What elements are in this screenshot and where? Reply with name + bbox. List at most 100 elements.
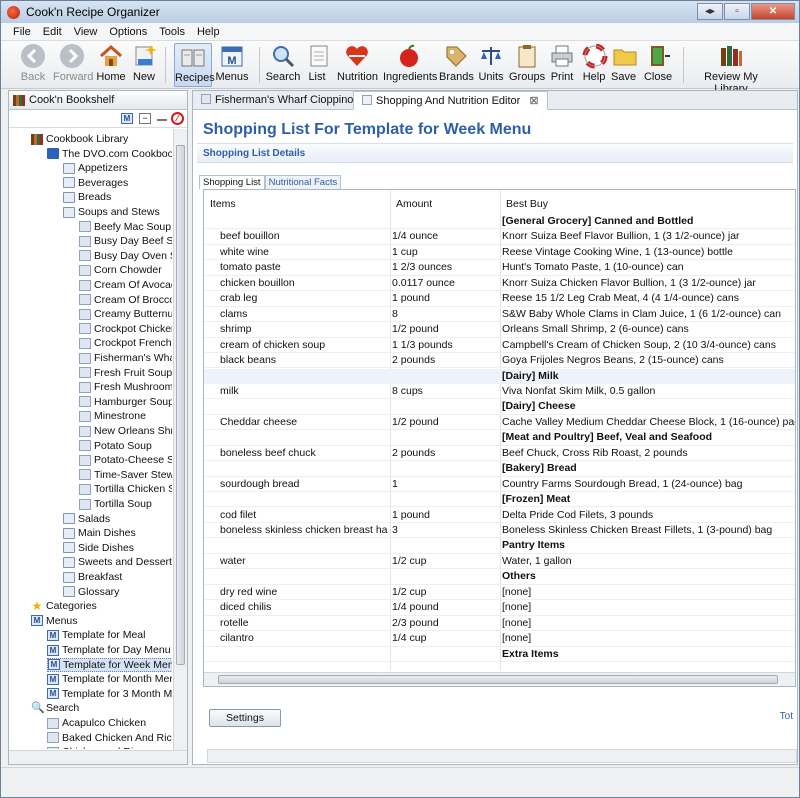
tree-item[interactable]: M Template for Week Menu <box>47 657 172 672</box>
menu-file[interactable]: File <box>7 26 37 38</box>
category-row[interactable]: [General Grocery] Canned and Bottled <box>204 214 795 230</box>
table-row[interactable]: chicken bouillon 0.0117 ounce Knorr Suiza … <box>204 276 795 292</box>
menu-tools[interactable]: Tools <box>153 26 191 38</box>
tree-scroll-thumb[interactable] <box>176 145 185 665</box>
collapse-icon[interactable]: − <box>139 113 151 124</box>
grid-scroll-thumb[interactable] <box>218 675 778 684</box>
tree-item[interactable]: Soups and Stews <box>63 205 160 219</box>
category-row[interactable]: Pantry Items <box>204 538 795 554</box>
toolbar-ingredients-button[interactable]: Ingredients <box>383 43 437 87</box>
tree-item[interactable]: Breads <box>63 190 111 204</box>
tab-fishermans-wharf[interactable]: Fisherman's Wharf Cioppino <box>193 91 363 110</box>
table-row[interactable]: Cheddar cheese 1/2 pound Cache Valley Medi… <box>204 415 795 431</box>
minimize-button[interactable]: ◂▸ <box>697 3 723 20</box>
tree-item[interactable]: Cream Of Broccoli <box>79 293 172 307</box>
tree-item[interactable]: Baked Chicken And Rice <box>47 731 172 745</box>
tree-item[interactable]: New Orleans Shrim <box>79 424 172 438</box>
close-tab-icon[interactable]: ⊠ <box>529 95 538 107</box>
tree-item[interactable]: Potato Soup <box>79 439 152 453</box>
column-header-amount[interactable]: Amount <box>396 198 432 210</box>
menu-help[interactable]: Help <box>191 26 226 38</box>
tree-item[interactable]: Breakfast <box>63 570 122 584</box>
toolbar-back-button[interactable]: Back <box>17 43 49 87</box>
toolbar-save-button[interactable]: Save <box>611 43 637 87</box>
table-row[interactable]: boneless beef chuck 2 pounds Beef Chuck, C… <box>204 446 795 462</box>
tree-item[interactable]: Cookbook Library <box>31 132 128 146</box>
tree-item[interactable]: Corn Chowder <box>79 263 162 277</box>
tree-vertical-scrollbar[interactable] <box>173 129 187 751</box>
tree-item[interactable]: Potato-Cheese Sou <box>79 453 172 467</box>
table-row[interactable]: cream of chicken soup 1 1/3 pounds Campbel… <box>204 338 795 353</box>
toolbar-brands-button[interactable]: Brands <box>439 43 474 87</box>
table-row[interactable]: black beans 2 pounds Goya Frijoles Negros … <box>204 353 795 369</box>
table-row[interactable]: tomato paste 1 2/3 ounces Hunt's Tomato Pa… <box>204 260 795 276</box>
tree-item[interactable]: Crockpot Chicken <box>79 322 172 336</box>
toolbar-groups-button[interactable]: Groups <box>509 43 545 87</box>
column-header-items[interactable]: Items <box>210 198 236 210</box>
restore-button[interactable]: ▫ <box>724 3 750 20</box>
table-row[interactable]: shrimp 1/2 pound Orleans Small Shrimp, 2 (… <box>204 322 795 338</box>
tree-item[interactable]: M Template for 3 Month Me <box>47 687 172 701</box>
editor-horizontal-scrollbar[interactable] <box>207 749 797 763</box>
tree-item[interactable]: Sweets and Desserts <box>63 555 172 569</box>
tree-item[interactable]: 🔍 Search <box>31 701 79 715</box>
tree-item[interactable]: M Menus <box>31 614 78 628</box>
tree-item[interactable]: Tortilla Soup <box>79 497 152 511</box>
menu-edit[interactable]: Edit <box>37 26 68 38</box>
tree-item[interactable]: M Template for Day Menu <box>47 643 171 657</box>
bookshelf-tab[interactable]: Cook'n Bookshelf <box>9 91 187 110</box>
table-row[interactable]: milk 8 cups Viva Nonfat Skim Milk, 0.5 gal… <box>204 384 795 400</box>
table-row[interactable]: crab leg 1 pound Reese 15 1/2 Leg Crab Mea… <box>204 291 795 307</box>
tree-item[interactable]: Glossary <box>63 585 119 599</box>
toolbar-help-button[interactable]: Help <box>581 43 608 87</box>
toolbar-menus-button[interactable]: M Menus <box>215 43 249 87</box>
category-row[interactable]: Extra Items <box>204 647 795 662</box>
toolbar-search-button[interactable]: Search <box>265 43 301 87</box>
toolbar-home-button[interactable]: Home <box>95 43 127 87</box>
menu-view[interactable]: View <box>68 26 104 38</box>
tree-item[interactable]: The DVO.com Cookbook <box>47 147 172 161</box>
table-row[interactable]: boneless skinless chicken breast half 3 Bo… <box>204 523 795 539</box>
tree-item[interactable]: Time-Saver Stew <box>79 468 172 482</box>
toolbar-recipes-button[interactable]: Recipes <box>174 43 215 87</box>
toolbar-new-button[interactable]: New <box>131 43 157 87</box>
category-row[interactable]: [Frozen] Meat <box>204 492 795 508</box>
tree-item[interactable]: Hamburger Soup <box>79 395 172 409</box>
tree-item[interactable]: Beefy Mac Soup <box>79 220 171 234</box>
tree-item[interactable]: Fisherman's Wharf <box>79 351 172 365</box>
tree-item[interactable]: Busy Day Oven Stew <box>79 249 172 263</box>
cancel-icon[interactable]: ⁄ <box>171 112 184 125</box>
category-row[interactable]: Others <box>204 569 795 585</box>
table-row[interactable]: dry red wine 1/2 cup [none] <box>204 585 795 601</box>
close-window-button[interactable]: ✕ <box>751 3 795 20</box>
tree-item[interactable]: Tortilla Chicken Sc <box>79 482 172 496</box>
table-row[interactable]: cod filet 1 pound Delta Pride Cod Filets, … <box>204 508 795 523</box>
settings-button[interactable]: Settings <box>209 709 281 727</box>
tree-item[interactable]: Side Dishes <box>63 541 134 555</box>
table-row[interactable]: sourdough bread 1 Country Farms Sourdough … <box>204 477 795 493</box>
toolbar-nutrition-button[interactable]: Nutrition <box>337 43 378 87</box>
tree-item[interactable]: Acapulco Chicken <box>47 716 146 730</box>
menu-icon[interactable]: M <box>121 113 133 124</box>
table-row[interactable]: clams 8 S&W Baby Whole Clams in Clam Juice… <box>204 307 795 323</box>
tab-nutritional-facts[interactable]: Nutritional Facts <box>264 175 342 189</box>
table-row[interactable]: diced chilis 1/4 pound [none] <box>204 600 795 616</box>
toolbar-list-button[interactable]: List <box>305 43 329 87</box>
toolbar-units-button[interactable]: Units <box>477 43 505 87</box>
tree-item[interactable]: Beverages <box>63 176 128 190</box>
menu-options[interactable]: Options <box>103 26 153 38</box>
tab-shopping-nutrition-editor[interactable]: Shopping And Nutrition Editor ⊠ <box>353 91 548 110</box>
tree-item[interactable]: Fresh Mushroom S <box>79 380 172 394</box>
table-row[interactable]: water 1/2 cup Water, 1 gallon <box>204 554 795 570</box>
category-row[interactable]: [Meat and Poultry] Beef, Veal and Seafoo… <box>204 430 795 446</box>
tree-item[interactable]: Fresh Fruit Soup <box>79 366 172 380</box>
toolbar-print-button[interactable]: Print <box>547 43 577 87</box>
tree-item[interactable]: M Template for Month Men <box>47 672 172 686</box>
tree-item[interactable]: ★ Categories <box>31 599 97 613</box>
toolbar-close-button[interactable]: Close <box>643 43 673 87</box>
tree-item[interactable]: Crockpot French O <box>79 336 172 350</box>
tree-item[interactable]: Appetizers <box>63 161 128 175</box>
table-row[interactable]: white wine 1 cup Reese Vintage Cooking Win… <box>204 245 795 261</box>
tree-item[interactable]: Minestrone <box>79 409 146 423</box>
tree-item[interactable]: Creamy Butternut <box>79 307 172 321</box>
